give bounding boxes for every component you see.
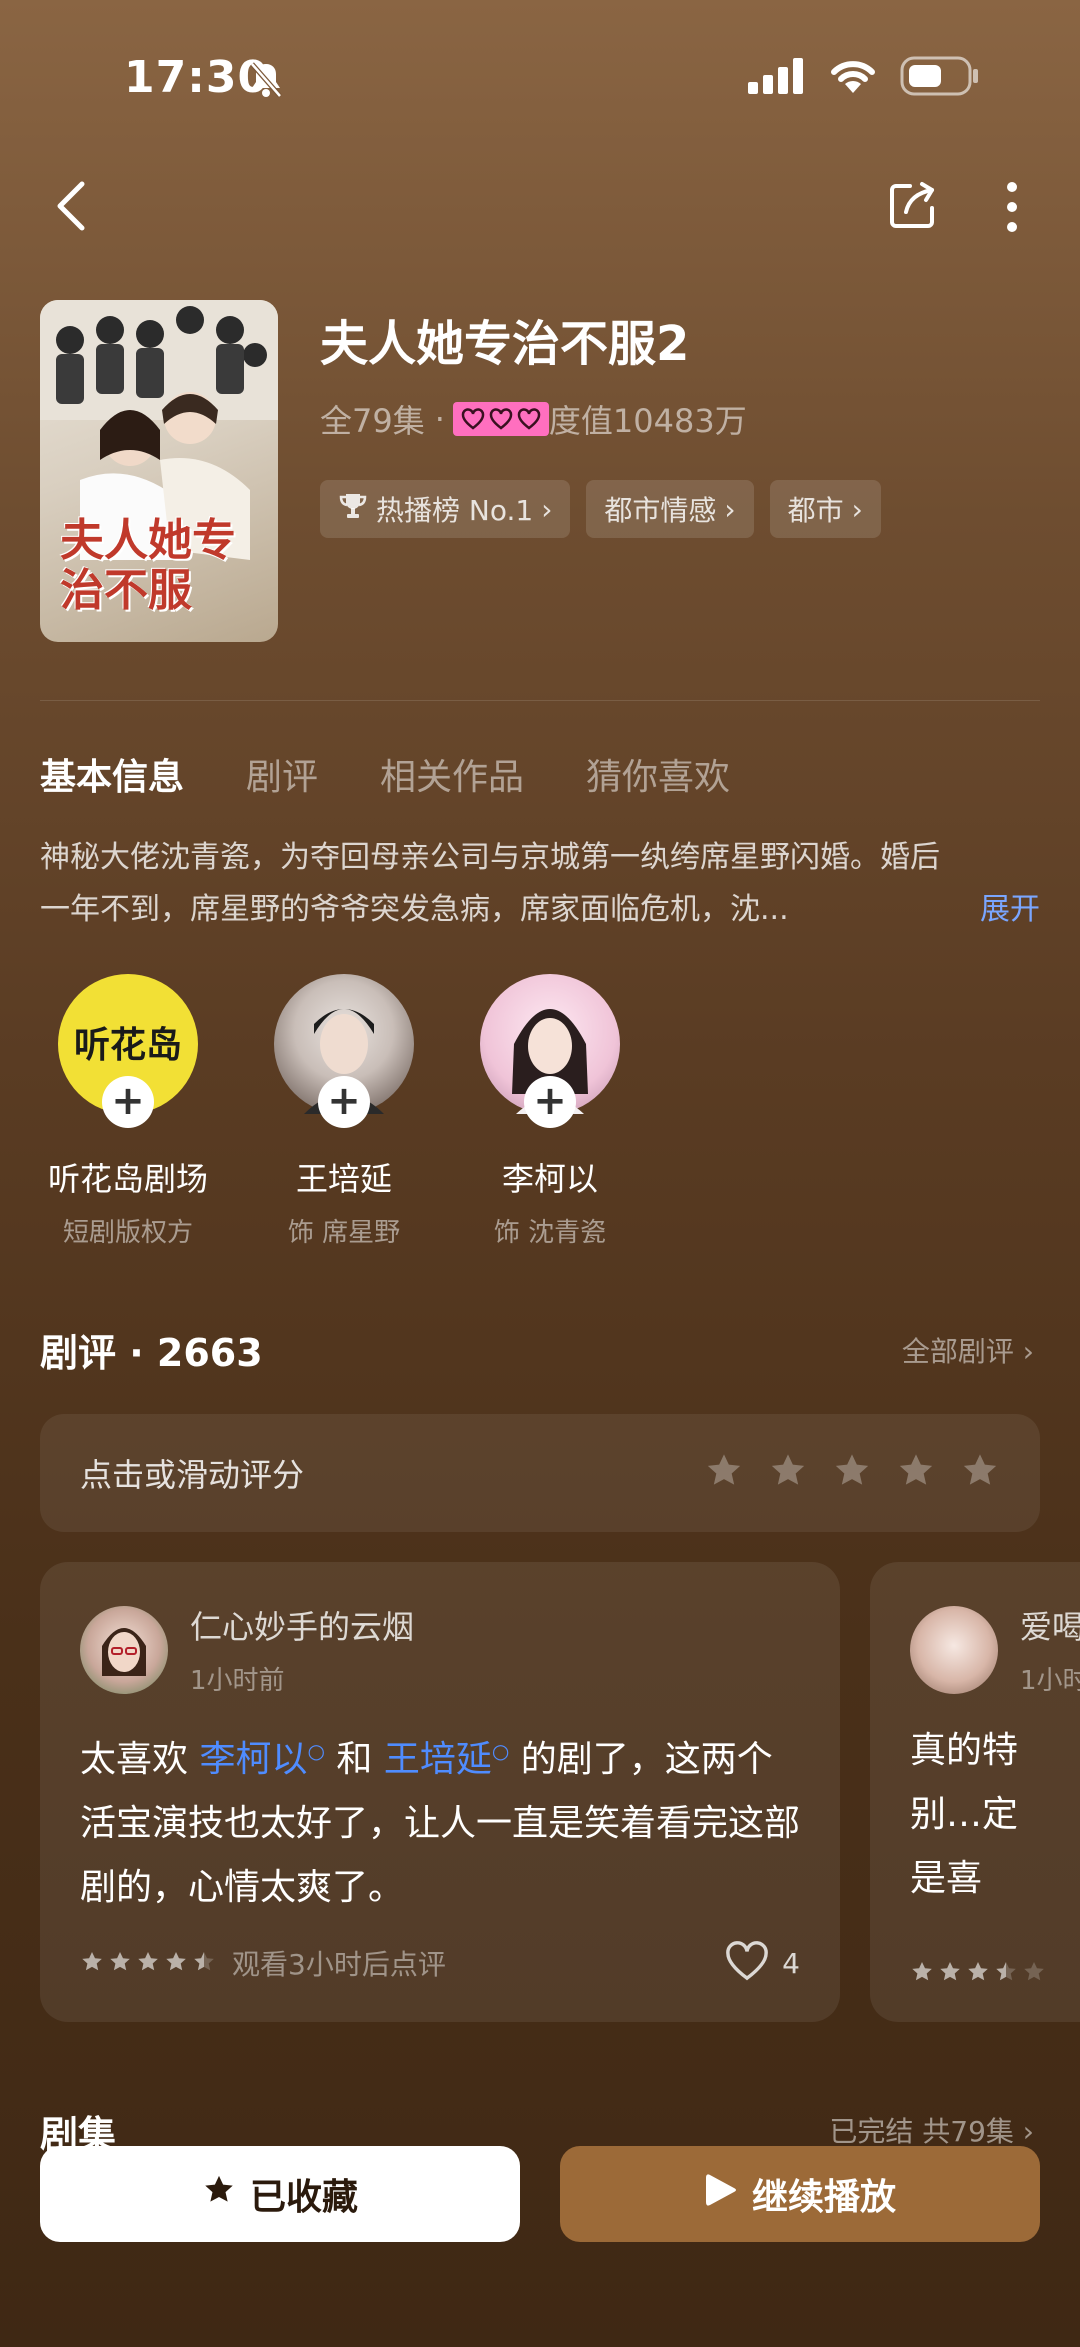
- drama-title: 夫人她专治不服2: [320, 316, 690, 372]
- star-icon[interactable]: [768, 1451, 808, 1495]
- rating-input[interactable]: 点击或滑动评分: [40, 1414, 1040, 1532]
- heart-icon: [517, 400, 541, 438]
- rating-stars[interactable]: [704, 1451, 1000, 1495]
- cast-role: 短剧版权方: [62, 1218, 193, 1248]
- bell-off-icon: [248, 60, 284, 104]
- cast-name: 听花岛剧场: [47, 1160, 208, 1198]
- signal-icon: [748, 58, 806, 98]
- producer-logo: 听花岛: [73, 1025, 182, 1066]
- tab-reviews[interactable]: 剧评: [246, 748, 318, 800]
- star-icon[interactable]: [896, 1451, 936, 1495]
- review-username[interactable]: 爱喝: [1020, 1602, 1080, 1648]
- review-text: 太喜欢 李柯以○ 和 王培延○ 的剧了，这两个活宝演技也太好了，让人一直是笑着看…: [80, 1719, 800, 1920]
- avatar: +: [274, 974, 414, 1128]
- tag-label: 热播榜 No.1: [376, 494, 534, 527]
- heart-icon[interactable]: [724, 1940, 770, 1986]
- tag-urban-romance[interactable]: 都市情感 ›: [586, 480, 754, 538]
- follow-button[interactable]: +: [524, 1076, 576, 1128]
- follow-button[interactable]: +: [102, 1076, 154, 1128]
- cast-item-actor[interactable]: + 王培延 饰 席星野: [254, 974, 434, 1249]
- tag-label: 都市情感: [604, 494, 717, 527]
- episode-count: 全79集: [320, 402, 425, 440]
- drama-poster[interactable]: 夫人她专治不服: [40, 300, 278, 642]
- like-button[interactable]: 4: [724, 1940, 800, 1986]
- star-icon[interactable]: [704, 1451, 744, 1495]
- review-time: 1小时: [1020, 1666, 1080, 1696]
- synopsis-text: 神秘大佬沈青瓷，为夺回母亲公司与京城第一纨绔席星野闪婚。婚后一年不到，席星野的爷…: [40, 840, 940, 927]
- tag-urban[interactable]: 都市 ›: [769, 480, 881, 538]
- heart-icon: [489, 400, 513, 438]
- star-icon[interactable]: [832, 1451, 872, 1495]
- follow-button[interactable]: +: [318, 1076, 370, 1128]
- favorite-button[interactable]: 已收藏: [40, 2146, 520, 2242]
- synopsis: 神秘大佬沈青瓷，为夺回母亲公司与京城第一纨绔席星野闪婚。婚后一年不到，席星野的爷…: [40, 832, 1040, 936]
- heat-value: 度值10483万: [548, 402, 747, 440]
- mention-link[interactable]: 王培延: [384, 1739, 492, 1780]
- meta-separator: ·: [434, 400, 445, 438]
- review-rating: 观看3小时后点评: [80, 1943, 446, 1983]
- chevron-right-icon: ›: [851, 492, 863, 526]
- tag-list: 热播榜 No.1 › 都市情感 › 都市 ›: [320, 480, 881, 538]
- status-icons: [748, 56, 980, 100]
- tab-related-works[interactable]: 相关作品: [380, 748, 524, 800]
- wifi-icon: [828, 57, 878, 99]
- cast-role: 饰 席星野: [287, 1218, 401, 1248]
- star-icon: [202, 2173, 236, 2216]
- mention-link[interactable]: 李柯以: [199, 1739, 307, 1780]
- favorite-label: 已收藏: [249, 2177, 358, 2218]
- review-footer: [910, 1960, 1056, 1986]
- review-username[interactable]: 仁心妙手的云烟: [190, 1602, 414, 1648]
- search-icon: ○: [491, 1739, 510, 1763]
- battery-icon: [900, 56, 980, 100]
- review-note: 观看3小时后点评: [232, 1948, 446, 1981]
- cast-name: 李柯以: [501, 1160, 598, 1198]
- review-text-part: 太喜欢: [80, 1739, 200, 1780]
- episodes-status-link[interactable]: 已完结 共79集 ›: [829, 2110, 1034, 2150]
- review-text: 真的特别…定是喜剧…以宝宝演…: [910, 1730, 1019, 1899]
- avatar[interactable]: [910, 1605, 998, 1694]
- poster-title: 夫人她专治不服: [60, 515, 236, 616]
- rating-stars-icon: [82, 1952, 214, 1971]
- chevron-right-icon: ›: [724, 492, 736, 526]
- tag-label: 都市: [787, 494, 844, 527]
- play-icon: [704, 2171, 738, 2218]
- back-icon[interactable]: [50, 176, 94, 236]
- reviews-title: 剧评 · 2663: [40, 1331, 263, 1375]
- more-icon[interactable]: [1000, 180, 1024, 234]
- cast-name: 王培延: [295, 1160, 392, 1198]
- tab-recommendations[interactable]: 猜你喜欢: [586, 748, 730, 800]
- cast-item-producer[interactable]: 听花岛 + 听花岛剧场 短剧版权方: [38, 974, 218, 1249]
- avatar[interactable]: [80, 1605, 168, 1694]
- avatar: +: [480, 974, 620, 1128]
- rating-stars-icon: [912, 1962, 1044, 1981]
- all-reviews-link[interactable]: 全部剧评 ›: [902, 1330, 1034, 1370]
- tab-bar: 基本信息 剧评 相关作品 猜你喜欢: [40, 748, 730, 800]
- trophy-icon: [338, 491, 368, 528]
- like-count: 4: [782, 1946, 800, 1980]
- heart-icon: [461, 400, 485, 438]
- divider: [40, 700, 1040, 701]
- heat-badge: [452, 400, 549, 438]
- play-label: 继续播放: [751, 2177, 896, 2218]
- chevron-right-icon: ›: [541, 492, 553, 526]
- review-card[interactable]: 仁心妙手的云烟 1小时前 太喜欢 李柯以○ 和 王培延○ 的剧了，这两个活宝演技…: [40, 1562, 840, 2022]
- tab-basic-info[interactable]: 基本信息: [40, 748, 184, 800]
- avatar: 听花岛 +: [58, 974, 198, 1128]
- review-card[interactable]: 爱喝 1小时 真的特别…定是喜剧…以宝宝演…: [870, 1562, 1080, 2022]
- search-icon: ○: [307, 1739, 325, 1763]
- expand-link[interactable]: 展开: [980, 884, 1040, 936]
- review-time: 1小时前: [190, 1666, 285, 1696]
- review-user: 仁心妙手的云烟 1小时前: [80, 1602, 800, 1697]
- continue-play-button[interactable]: 继续播放: [560, 2146, 1040, 2242]
- review-footer: 观看3小时后点评 4: [80, 1940, 800, 1986]
- star-icon[interactable]: [960, 1451, 1000, 1495]
- cast-item-actress[interactable]: + 李柯以 饰 沈青瓷: [460, 974, 640, 1249]
- review-user: 爱喝 1小时: [910, 1602, 1080, 1697]
- review-text-part: 和: [324, 1739, 384, 1780]
- rating-label: 点击或滑动评分: [80, 1456, 305, 1494]
- cast-role: 饰 沈青瓷: [493, 1218, 607, 1248]
- drama-meta: 全79集 · 度值10483万: [320, 396, 747, 442]
- share-icon[interactable]: [888, 180, 938, 230]
- tag-hot-rank[interactable]: 热播榜 No.1 ›: [320, 480, 571, 538]
